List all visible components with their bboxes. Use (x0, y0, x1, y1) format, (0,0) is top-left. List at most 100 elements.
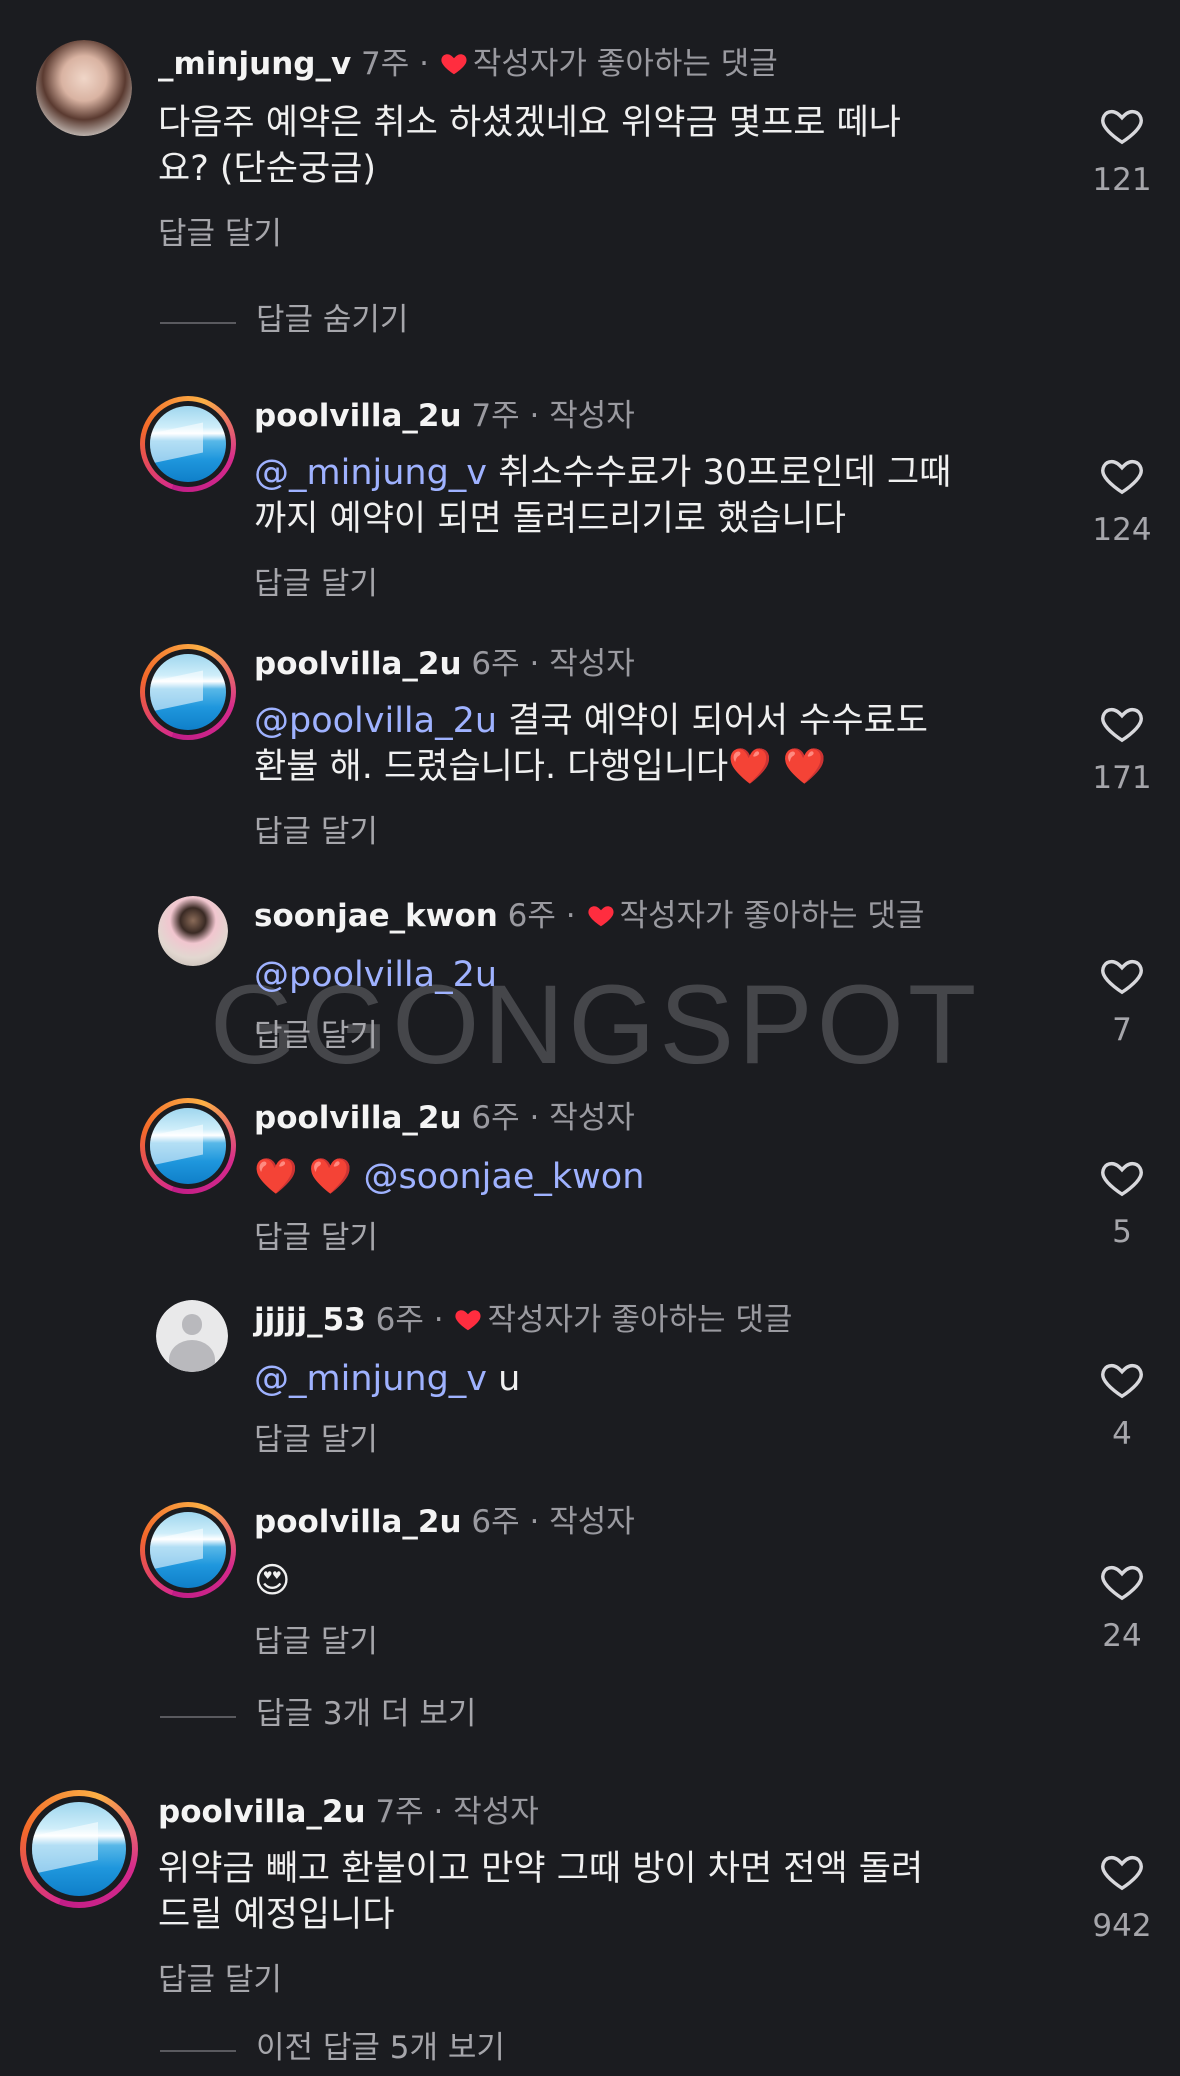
reply-button[interactable]: 답글 달기 (158, 1960, 282, 2000)
comment-text: 위약금 빼고 환불이고 만약 그때 방이 차면 전액 돌려 드릴 예정입니다 (158, 1849, 924, 1935)
author-liked-heart-icon (455, 1310, 482, 1331)
comment-item: _minjung_v 7주 · 작성자가 좋아하는 댓글 다음주 예약은 취소 … (0, 0, 1180, 300)
heart-eyes-emoji: 😍 (254, 1561, 291, 1601)
username[interactable]: poolvilla_2u (254, 646, 462, 682)
reply-button[interactable]: 답글 달기 (254, 1016, 378, 1056)
heart-outline-icon[interactable] (1099, 702, 1145, 744)
timestamp: 6주 (507, 898, 556, 934)
heart-outline-icon[interactable] (1099, 1358, 1145, 1400)
comment-text: @poolvilla_2u (254, 952, 497, 998)
comment-meta: poolvilla_2u 7주 · 작성자 (158, 1792, 539, 1832)
mention-link[interactable]: @soonjae_kwon (363, 1157, 644, 1197)
user-avatar[interactable] (20, 1790, 138, 1908)
user-avatar[interactable] (140, 396, 236, 492)
comment-text: 😍 (254, 1558, 291, 1604)
mention-link[interactable]: @_minjung_v (254, 453, 487, 493)
reply-button[interactable]: 답글 달기 (254, 1420, 378, 1460)
author-tag: 작성자 (549, 646, 635, 682)
comment-meta: _minjung_v 7주 · 작성자가 좋아하는 댓글 (158, 44, 778, 84)
like-count: 4 (1112, 1416, 1132, 1452)
separator-dot: · (433, 1302, 444, 1338)
heart-outline-icon[interactable] (1099, 954, 1145, 996)
like-control: 124 (1082, 454, 1162, 550)
author-tag: 작성자 (549, 398, 635, 434)
mention-link[interactable]: @poolvilla_2u (254, 701, 497, 741)
username[interactable]: soonjae_kwon (254, 898, 498, 934)
reply-item: poolvilla_2u 6주 · 작성자 @poolvilla_2u 결국 예… (0, 628, 1180, 868)
reply-item: soonjae_kwon 6주 · 작성자가 좋아하는 댓글 @poolvill… (0, 884, 1180, 1074)
like-control: 942 (1082, 1850, 1162, 1946)
timestamp: 6주 (375, 1302, 424, 1338)
like-count: 121 (1092, 162, 1152, 198)
reply-item: poolvilla_2u 6주 · 작성자 ❤️ ❤️ @soonjae_kwo… (0, 1082, 1180, 1282)
reply-button[interactable]: 답글 달기 (254, 1218, 378, 1258)
user-avatar[interactable] (140, 644, 236, 740)
timestamp: 6주 (471, 1100, 520, 1136)
like-count: 7 (1112, 1012, 1132, 1048)
mention-link[interactable]: @_minjung_v (254, 1359, 487, 1399)
thread-line (160, 322, 236, 324)
like-control: 24 (1082, 1560, 1162, 1656)
comment-text: @poolvilla_2u 결국 예약이 되어서 수수료도 환불 해. 드렸습니… (254, 701, 928, 787)
separator-dot: · (419, 46, 429, 82)
like-count: 24 (1102, 1618, 1142, 1654)
author-liked-heart-icon (587, 906, 614, 927)
user-avatar[interactable] (36, 40, 132, 136)
heart-outline-icon[interactable] (1099, 104, 1145, 146)
like-count: 942 (1092, 1908, 1152, 1944)
comment-meta: poolvilla_2u 6주 · 작성자 (254, 1098, 635, 1138)
like-control: 7 (1082, 954, 1162, 1050)
user-avatar[interactable] (140, 1098, 236, 1194)
reply-button[interactable]: 답글 달기 (254, 564, 378, 604)
author-tag: 작성자 (453, 1794, 539, 1830)
username[interactable]: jjjjj_53 (254, 1302, 366, 1338)
view-previous-replies-button[interactable]: 이전 답글 5개 보기 (256, 2028, 505, 2068)
separator-dot: · (529, 398, 540, 434)
separator-dot: · (433, 1794, 444, 1830)
view-more-replies-button[interactable]: 답글 3개 더 보기 (256, 1694, 476, 1734)
reply-item: poolvilla_2u 6주 · 작성자 😍 답글 달기 24 (0, 1486, 1180, 1686)
reply-button[interactable]: 답글 달기 (158, 214, 282, 254)
author-tag: 작성자 (549, 1504, 635, 1540)
comment-meta: poolvilla_2u 6주 · 작성자 (254, 644, 635, 684)
reply-button[interactable]: 답글 달기 (254, 812, 378, 852)
comment-text: @_minjung_v u (254, 1359, 521, 1399)
separator-dot: · (565, 898, 576, 934)
separator-dot: · (529, 1504, 540, 1540)
like-control: 5 (1082, 1156, 1162, 1252)
username[interactable]: _minjung_v (158, 46, 351, 82)
thread-line (160, 1716, 236, 1718)
like-count: 124 (1092, 512, 1152, 548)
comment-meta: soonjae_kwon 6주 · 작성자가 좋아하는 댓글 (254, 896, 924, 936)
heart-outline-icon[interactable] (1099, 1850, 1145, 1892)
author-liked-heart-icon (441, 54, 467, 75)
timestamp: 7주 (361, 46, 410, 82)
username[interactable]: poolvilla_2u (254, 398, 462, 434)
timestamp: 6주 (471, 646, 520, 682)
timestamp: 7주 (471, 398, 520, 434)
liked-by-author-label: 작성자가 좋아하는 댓글 (472, 46, 778, 82)
reply-item: jjjjj_53 6주 · 작성자가 좋아하는 댓글 @_minjung_v u… (0, 1290, 1180, 1480)
comment-text: @_minjung_v 취소수수료가 30프로인데 그때 까지 예약이 되면 돌… (254, 453, 952, 539)
username[interactable]: poolvilla_2u (254, 1100, 462, 1136)
reply-item: poolvilla_2u 7주 · 작성자 @_minjung_v 취소수수료가… (0, 380, 1180, 620)
reply-button[interactable]: 답글 달기 (254, 1622, 378, 1662)
heart-outline-icon[interactable] (1099, 1156, 1145, 1198)
user-avatar[interactable] (158, 896, 228, 966)
user-avatar[interactable] (140, 1502, 236, 1598)
comment-meta: poolvilla_2u 6주 · 작성자 (254, 1502, 635, 1542)
like-count: 171 (1092, 760, 1152, 796)
mention-link[interactable]: @poolvilla_2u (254, 955, 497, 995)
comment-meta: jjjjj_53 6주 · 작성자가 좋아하는 댓글 (254, 1300, 792, 1340)
username[interactable]: poolvilla_2u (254, 1504, 462, 1540)
default-avatar-icon[interactable] (156, 1300, 228, 1372)
heart-outline-icon[interactable] (1099, 454, 1145, 496)
hide-replies-button[interactable]: 답글 숨기기 (256, 300, 408, 340)
thread-line (160, 2050, 236, 2052)
username[interactable]: poolvilla_2u (158, 1794, 366, 1830)
like-control: 121 (1082, 104, 1162, 200)
comment-meta: poolvilla_2u 7주 · 작성자 (254, 396, 635, 436)
heart-outline-icon[interactable] (1099, 1560, 1145, 1602)
like-control: 4 (1082, 1358, 1162, 1454)
like-control: 171 (1082, 702, 1162, 798)
